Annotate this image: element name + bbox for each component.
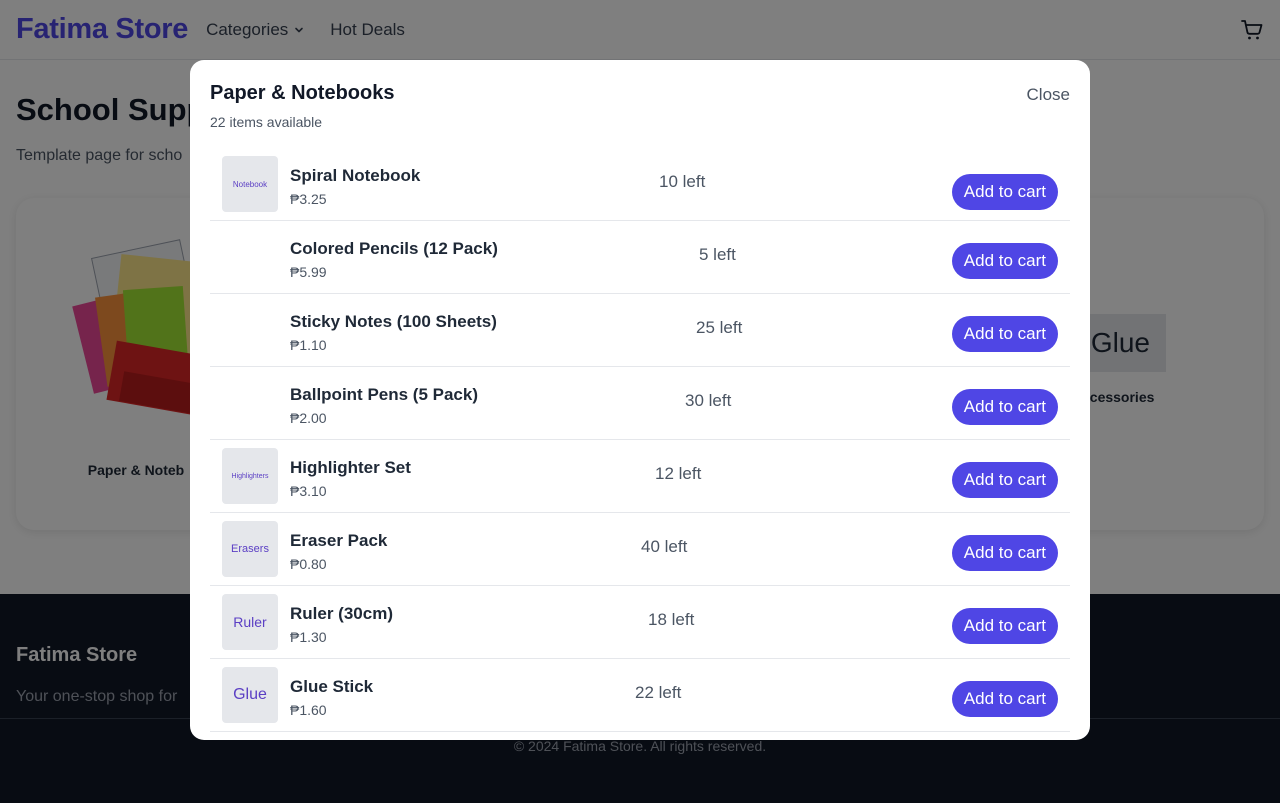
product-price: ₱2.00 — [290, 410, 327, 426]
product-thumbnail: Glue — [222, 667, 278, 723]
product-row: Highlighters Highlighter Set ₱3.10 12 le… — [210, 440, 1070, 513]
product-price: ₱1.60 — [290, 702, 327, 718]
product-row: Erasers Eraser Pack ₱0.80 40 left Add to… — [210, 513, 1070, 586]
product-row: Colored Pencils (12 Pack) ₱5.99 5 left A… — [210, 221, 1070, 294]
product-thumbnail: Highlighters — [222, 448, 278, 504]
product-thumbnail: Notebook — [222, 156, 278, 212]
product-price: ₱1.10 — [290, 337, 327, 353]
product-price: ₱0.80 — [290, 556, 327, 572]
product-row: Ballpoint Pens (5 Pack) ₱2.00 30 left Ad… — [210, 367, 1070, 440]
add-to-cart-button[interactable]: Add to cart — [951, 462, 1058, 498]
add-to-cart-button[interactable]: Add to cart — [951, 535, 1058, 571]
product-row: Ruler Ruler (30cm) ₱1.30 18 left Add to … — [210, 586, 1070, 659]
product-price: ₱3.10 — [290, 483, 327, 499]
add-to-cart-button[interactable]: Add to cart — [951, 681, 1058, 717]
product-price: ₱5.99 — [290, 264, 327, 280]
product-stock: 5 left — [699, 245, 736, 264]
product-stock: 30 left — [685, 391, 732, 410]
product-price: ₱1.30 — [290, 629, 327, 645]
product-name: Ruler (30cm) — [290, 604, 393, 623]
modal-item-count: 22 items available — [210, 114, 323, 130]
product-name: Highlighter Set — [290, 458, 411, 477]
product-name: Ballpoint Pens (5 Pack) — [290, 385, 478, 404]
product-thumbnail: Erasers — [222, 521, 278, 577]
product-name: Sticky Notes (100 Sheets) — [290, 312, 497, 331]
product-row: Notebook Spiral Notebook ₱3.25 10 left A… — [210, 148, 1070, 221]
add-to-cart-button[interactable]: Add to cart — [951, 389, 1058, 425]
product-thumbnail — [222, 302, 278, 358]
product-thumbnail — [222, 229, 278, 285]
product-thumbnail: Ruler — [222, 594, 278, 650]
product-row: Glue Glue Stick ₱1.60 22 left Add to car… — [210, 659, 1070, 732]
product-list: Notebook Spiral Notebook ₱3.25 10 left A… — [210, 148, 1070, 732]
product-name: Eraser Pack — [290, 531, 388, 550]
product-stock: 10 left — [659, 172, 706, 191]
product-thumbnail — [222, 375, 278, 431]
product-stock: 22 left — [635, 683, 682, 702]
add-to-cart-button[interactable]: Add to cart — [951, 316, 1058, 352]
add-to-cart-button[interactable]: Add to cart — [951, 243, 1058, 279]
product-stock: 40 left — [641, 537, 688, 556]
product-row: Sticky Notes (100 Sheets) ₱1.10 25 left … — [210, 294, 1070, 367]
product-name: Glue Stick — [290, 677, 374, 696]
product-name: Colored Pencils (12 Pack) — [290, 239, 498, 258]
modal-title: Paper & Notebooks — [210, 82, 395, 104]
product-stock: 12 left — [655, 464, 702, 483]
product-stock: 25 left — [696, 318, 743, 337]
add-to-cart-button[interactable]: Add to cart — [951, 174, 1058, 210]
category-modal: Paper & Notebooks 22 items available Clo… — [190, 60, 1090, 740]
close-button[interactable]: Close — [1027, 85, 1070, 105]
add-to-cart-button[interactable]: Add to cart — [951, 608, 1058, 644]
product-stock: 18 left — [648, 610, 695, 629]
product-name: Spiral Notebook — [290, 166, 421, 185]
product-price: ₱3.25 — [290, 191, 327, 207]
